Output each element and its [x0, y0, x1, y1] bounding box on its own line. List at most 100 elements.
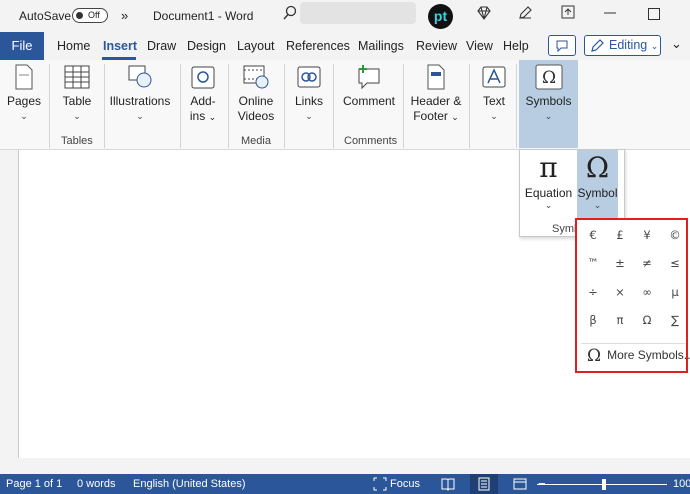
text-button[interactable]: Text ⌄ [476, 62, 512, 124]
focus-label[interactable]: Focus [390, 478, 420, 490]
table-button[interactable]: Table ⌄ [57, 62, 97, 124]
tab-review[interactable]: Review [416, 39, 457, 53]
tab-references[interactable]: References [286, 39, 350, 53]
zoom-out-icon[interactable]: − [538, 476, 546, 491]
more-symbols-label: More Symbols... [607, 348, 690, 362]
tab-draw[interactable]: Draw [147, 39, 176, 53]
symbol-cell[interactable]: ± [606, 256, 634, 270]
separator [180, 64, 181, 148]
group-comments: Comments [344, 135, 398, 147]
ribbon-collapse-icon[interactable]: ⌄ [671, 36, 682, 52]
web-layout-icon[interactable] [513, 477, 527, 491]
diamond-icon[interactable] [476, 5, 492, 21]
symbol-cell[interactable]: ™ [579, 256, 607, 270]
tab-file[interactable]: File [0, 32, 44, 60]
tab-view[interactable]: View [466, 39, 493, 53]
shapes-icon [128, 65, 152, 88]
separator [403, 64, 404, 148]
text-box-icon [482, 66, 506, 88]
pi-icon: π [539, 151, 558, 184]
table-icon [64, 65, 90, 89]
online-videos-button[interactable]: Online Videos [234, 62, 278, 124]
print-layout-icon[interactable] [477, 477, 491, 491]
logo: pt [428, 4, 453, 29]
tab-home[interactable]: Home [57, 39, 90, 53]
link-icon [297, 66, 321, 88]
symbol-cell[interactable]: ¥ [633, 228, 661, 242]
links-button[interactable]: Links ⌄ [291, 62, 327, 124]
search-icon[interactable] [282, 5, 298, 21]
symbols-button[interactable]: Ω Symbols ⌄ [519, 60, 578, 148]
online-video-icon [243, 65, 269, 89]
zoom-level[interactable]: 100 [673, 478, 690, 490]
comment-button[interactable]: Comment [340, 62, 398, 109]
read-mode-icon[interactable] [441, 477, 455, 491]
restore-ribbon-icon[interactable] [561, 5, 575, 19]
title-bar: AutoSave Off » Document1 - Word pt [0, 0, 690, 32]
symbol-cell[interactable]: ∞ [633, 285, 661, 299]
quick-access-overflow-icon[interactable]: » [121, 8, 128, 23]
search-box[interactable] [300, 2, 416, 24]
editing-mode-button[interactable]: Editing ⌄ [584, 35, 661, 56]
symbol-cell[interactable]: Ω [633, 313, 661, 327]
header-footer-icon [427, 64, 445, 90]
omega-icon: Ω [585, 151, 610, 184]
addins-button[interactable]: Add-ins ⌄ [185, 62, 221, 125]
equation-button[interactable]: π Equation ⌄ [520, 150, 577, 220]
symbol-button[interactable]: Ω Symbol ⌄ [577, 150, 618, 220]
header-footer-button[interactable]: Header & Footer ⌄ [408, 62, 464, 125]
comments-button[interactable] [548, 35, 576, 56]
symbol-cell[interactable]: ∑ [661, 313, 689, 327]
links-label: Links [294, 94, 323, 108]
separator [469, 64, 470, 148]
pages-button[interactable]: Pages ⌄ [4, 62, 44, 124]
addins-label-2: ins [189, 109, 206, 123]
comment-label: Comment [342, 94, 395, 108]
symbol-cell[interactable]: π [606, 313, 634, 327]
panel-divider [581, 343, 685, 344]
tab-mailings[interactable]: Mailings [358, 39, 404, 53]
status-bar: Page 1 of 1 0 words English (United Stat… [0, 474, 690, 494]
online-label-1: Online [238, 94, 274, 108]
symbol-gallery: € £ ¥ © ™ ± ≠ ≤ ÷ × ∞ µ β π Ω ∑ Ω More Sy… [575, 218, 690, 373]
focus-icon[interactable] [373, 477, 387, 491]
autosave-state: Off [88, 10, 100, 20]
autosave-toggle[interactable]: Off [72, 8, 108, 23]
page-count[interactable]: Page 1 of 1 [6, 478, 62, 490]
pages-label: Pages [6, 94, 42, 108]
symbol-cell[interactable]: © [661, 228, 689, 242]
svg-text:Ω: Ω [541, 68, 555, 88]
symbol-cell[interactable]: ÷ [579, 285, 607, 299]
symbol-cell[interactable]: × [606, 285, 634, 299]
header-label-2: Footer [413, 109, 448, 123]
pages-icon [15, 64, 33, 90]
zoom-slider-thumb[interactable] [602, 479, 606, 490]
pen-icon[interactable] [517, 5, 533, 21]
symbol-cell[interactable]: µ [661, 285, 689, 299]
symbol-cell[interactable]: ≠ [633, 256, 661, 270]
separator [284, 64, 285, 148]
ribbon: Pages ⌄ Table ⌄ Tables Illustrations ⌄ Add-… [0, 60, 690, 150]
omega-icon: Ω [535, 64, 562, 90]
symbol-cell[interactable]: £ [606, 228, 634, 242]
header-label-1: Header & [410, 94, 462, 108]
group-tables: Tables [61, 135, 93, 147]
tab-design[interactable]: Design [187, 39, 226, 53]
minimize-icon[interactable] [604, 12, 616, 14]
online-label-2: Videos [237, 109, 275, 123]
table-label: Table [62, 94, 92, 108]
tab-insert[interactable]: Insert [103, 39, 137, 53]
symbol-cell[interactable]: β [579, 313, 607, 327]
more-symbols-button[interactable]: Ω More Symbols... [587, 346, 690, 366]
tab-layout[interactable]: Layout [237, 39, 275, 53]
tab-help[interactable]: Help [503, 39, 529, 53]
pencil-icon [591, 39, 604, 52]
separator [333, 64, 334, 148]
symbol-cell[interactable]: ≤ [661, 256, 689, 270]
autosave-label: AutoSave [19, 9, 72, 23]
maximize-icon[interactable] [648, 8, 660, 20]
language-status[interactable]: English (United States) [133, 478, 246, 490]
illustrations-button[interactable]: Illustrations ⌄ [108, 62, 172, 124]
word-count[interactable]: 0 words [77, 478, 116, 490]
symbol-cell[interactable]: € [579, 228, 607, 242]
